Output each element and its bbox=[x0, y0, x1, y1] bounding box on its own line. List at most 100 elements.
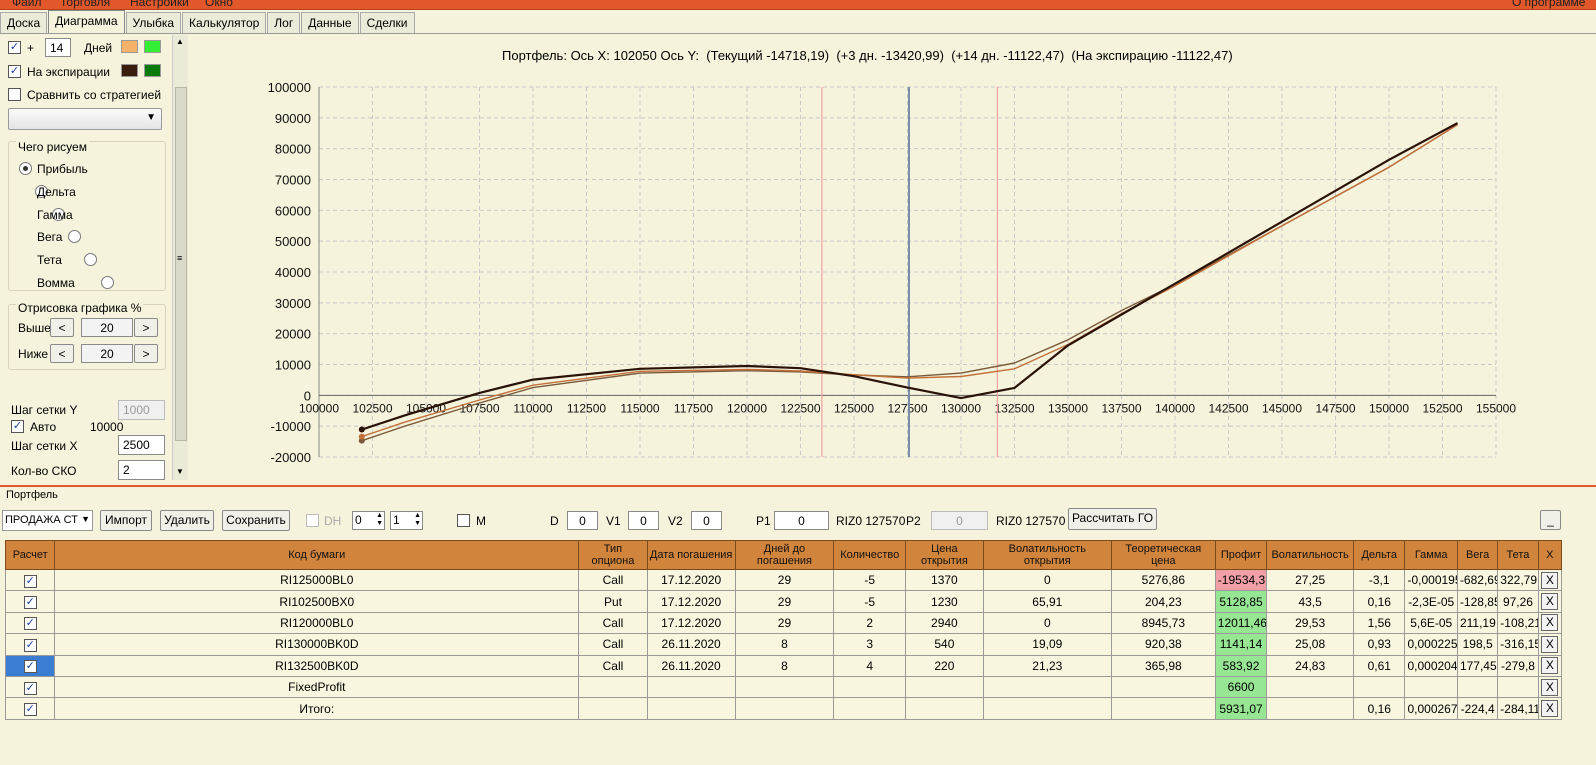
calc-checkbox-cell[interactable]: ✓ bbox=[4, 568, 56, 592]
import-button[interactable]: Импорт bbox=[100, 510, 152, 531]
dh-spin-1[interactable]: 0 ▲ ▼ bbox=[352, 511, 385, 530]
calc-checkbox-cell[interactable]: ✓ bbox=[4, 675, 56, 699]
expiry-color-a-swatch[interactable] bbox=[121, 64, 138, 77]
col-header[interactable]: Вега bbox=[1456, 540, 1499, 570]
radio-vega[interactable] bbox=[68, 230, 82, 243]
menu-about[interactable]: О программе bbox=[1512, 0, 1585, 9]
plus-color-a-swatch[interactable] bbox=[121, 40, 138, 53]
tab-diagram[interactable]: Диаграмма bbox=[48, 10, 125, 33]
p2-input[interactable]: 0 bbox=[931, 511, 988, 530]
tab-log[interactable]: Лог bbox=[267, 12, 301, 33]
radio-profit[interactable] bbox=[19, 162, 32, 175]
compare-checkbox[interactable] bbox=[8, 88, 21, 101]
calc-checkbox[interactable]: ✓ bbox=[23, 638, 37, 652]
col-header[interactable]: X bbox=[1537, 540, 1563, 570]
remove-row-button[interactable]: X bbox=[1541, 700, 1559, 718]
tab-data[interactable]: Данные bbox=[301, 12, 359, 33]
menu-window[interactable]: Окно bbox=[205, 0, 233, 9]
p1-input[interactable]: 0 bbox=[774, 511, 829, 530]
m-checkbox[interactable] bbox=[457, 514, 470, 527]
days-input[interactable]: 14 bbox=[45, 38, 71, 57]
col-header[interactable]: Волатильность открытия bbox=[982, 540, 1112, 570]
remove-row-button[interactable]: X bbox=[1541, 614, 1559, 632]
panel-splitter[interactable] bbox=[0, 485, 1596, 487]
scroll-up-icon[interactable]: ▲ bbox=[176, 37, 184, 46]
remove-row-button[interactable]: X bbox=[1541, 635, 1559, 653]
col-header[interactable]: Количество bbox=[833, 540, 907, 570]
col-header[interactable]: Тета bbox=[1497, 540, 1539, 570]
col-header[interactable]: Волатильность bbox=[1266, 540, 1355, 570]
calc-checkbox-cell[interactable]: ✓ bbox=[4, 633, 56, 656]
table-row[interactable]: ✓ RI130000BK0D Call 26.11.2020 8 3 540 19,09 920… bbox=[4, 633, 1563, 656]
mode-select[interactable]: ПРОДАЖА СТ ▼ bbox=[2, 510, 93, 531]
menu-settings[interactable]: Настройки bbox=[130, 0, 189, 9]
scroll-thumb[interactable]: ≡ bbox=[175, 87, 187, 441]
tab-calculator[interactable]: Калькулятор bbox=[182, 12, 267, 33]
above-value[interactable]: 20 bbox=[81, 318, 133, 337]
menu-file[interactable]: Файл bbox=[12, 0, 42, 9]
payoff-chart[interactable]: 100000 102500 105000 107500 110000 112500 1150… bbox=[190, 35, 1596, 485]
spin-arrows-icon[interactable]: ▲ ▼ bbox=[414, 512, 421, 528]
calc-checkbox[interactable]: ✓ bbox=[23, 596, 37, 610]
spin-arrows-icon[interactable]: ▲ ▼ bbox=[376, 512, 383, 528]
col-header[interactable]: Теоретическая цена bbox=[1110, 540, 1216, 570]
save-button[interactable]: Сохранить bbox=[222, 510, 290, 531]
above-decrease-button[interactable]: < bbox=[50, 318, 74, 337]
tab-smile[interactable]: Улыбка bbox=[125, 12, 182, 33]
plus-days-checkbox[interactable]: ✓ bbox=[8, 41, 21, 54]
calc-checkbox-cell[interactable]: ✓ bbox=[4, 697, 56, 720]
below-value[interactable]: 20 bbox=[81, 344, 133, 363]
v1-input[interactable]: 0 bbox=[628, 511, 659, 530]
calc-checkbox-cell[interactable]: ✓ bbox=[4, 611, 56, 635]
remove-row-button[interactable]: X bbox=[1541, 571, 1559, 589]
table-row[interactable]: ✓ FixedProfit 6600 X bbox=[4, 675, 1563, 699]
col-header[interactable]: Гамма bbox=[1404, 540, 1458, 570]
table-row[interactable]: ✓ RI102500BX0 Put 17.12.2020 29 -5 1230 65,91 20… bbox=[4, 590, 1563, 613]
table-row[interactable]: ✓ RI132500BK0D Call 26.11.2020 8 4 220 21,23 365… bbox=[4, 654, 1563, 677]
col-header[interactable]: Цена открытия bbox=[905, 540, 984, 570]
minimize-button[interactable]: _ bbox=[1540, 510, 1561, 530]
col-header[interactable]: Дней до погашения bbox=[734, 540, 835, 570]
dh-checkbox[interactable] bbox=[306, 514, 319, 527]
calc-checkbox-cell[interactable]: ✓ bbox=[4, 654, 56, 677]
scroll-down-icon[interactable]: ▼ bbox=[176, 467, 184, 476]
calc-go-button[interactable]: Рассчитать ГО bbox=[1068, 508, 1157, 530]
tab-deals[interactable]: Сделки bbox=[359, 12, 415, 33]
table-row[interactable]: ✓ Итого: 5931,07 0,16 0,000267 -224,4 -284,11 X bbox=[4, 697, 1563, 720]
left-panel-scrollbar[interactable]: ▲ ≡ ▼ bbox=[172, 35, 188, 480]
calc-checkbox[interactable]: ✓ bbox=[23, 617, 37, 631]
expiry-color-b-swatch[interactable] bbox=[144, 64, 161, 77]
calc-checkbox[interactable]: ✓ bbox=[23, 574, 37, 588]
below-decrease-button[interactable]: < bbox=[50, 344, 74, 363]
above-increase-button[interactable]: > bbox=[134, 318, 158, 337]
calc-checkbox[interactable]: ✓ bbox=[23, 660, 37, 674]
dh-spin-2[interactable]: 1 ▲ ▼ bbox=[390, 511, 423, 530]
remove-row-button[interactable]: X bbox=[1541, 657, 1559, 675]
delete-button[interactable]: Удалить bbox=[160, 510, 214, 531]
plus-color-b-swatch[interactable] bbox=[144, 40, 161, 53]
calc-checkbox[interactable]: ✓ bbox=[23, 681, 37, 695]
d-input[interactable]: 0 bbox=[567, 511, 598, 530]
expiry-checkbox[interactable]: ✓ bbox=[8, 65, 21, 78]
grid-y-input[interactable]: 1000 bbox=[118, 400, 165, 420]
below-increase-button[interactable]: > bbox=[134, 344, 158, 363]
auto-checkbox[interactable]: ✓ bbox=[11, 420, 24, 433]
col-header[interactable]: Дата погашения bbox=[646, 540, 736, 570]
tab-board[interactable]: Доска bbox=[0, 12, 48, 33]
table-row[interactable]: ✓ RI125000BL0 Call 17.12.2020 29 -5 1370 0 5276,… bbox=[4, 568, 1563, 592]
menu-trade[interactable]: Торговля bbox=[60, 0, 110, 9]
remove-row-button[interactable]: X bbox=[1541, 678, 1559, 696]
strategy-select[interactable]: ▼ bbox=[8, 108, 162, 130]
sko-input[interactable]: 2 bbox=[118, 460, 165, 480]
calc-checkbox-cell[interactable]: ✓ bbox=[4, 590, 56, 613]
radio-theta[interactable] bbox=[84, 253, 98, 266]
col-header[interactable]: Дельта bbox=[1353, 540, 1406, 570]
v2-input[interactable]: 0 bbox=[691, 511, 722, 530]
radio-vomma[interactable] bbox=[100, 276, 114, 289]
col-header[interactable]: Код бумаги bbox=[54, 540, 580, 570]
calc-checkbox[interactable]: ✓ bbox=[23, 703, 37, 717]
remove-row-button[interactable]: X bbox=[1541, 593, 1559, 611]
table-row[interactable]: ✓ RI120000BL0 Call 17.12.2020 29 2 2940 0 8945,7… bbox=[4, 611, 1563, 635]
col-header[interactable]: Расчет bbox=[4, 540, 56, 570]
grid-x-input[interactable]: 2500 bbox=[118, 435, 165, 455]
